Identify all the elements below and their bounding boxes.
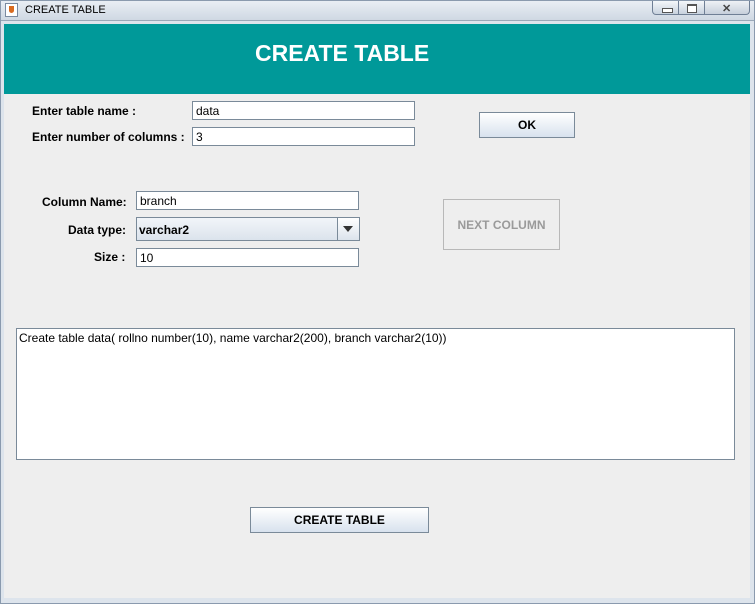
title-bar[interactable]: CREATE TABLE ✕ — [1, 1, 754, 21]
table-name-label: Enter table name : — [32, 104, 137, 118]
query-output-area[interactable]: Create table data( rollno number(10), na… — [16, 328, 735, 460]
maximize-button[interactable] — [679, 1, 705, 15]
column-name-input[interactable]: branch — [136, 191, 359, 210]
num-columns-input[interactable]: 3 — [192, 127, 415, 146]
data-type-selected: varchar2 — [139, 223, 190, 237]
size-input[interactable]: 10 — [136, 248, 359, 267]
app-window: CREATE TABLE ✕ CREATE TABLE Enter table … — [0, 0, 755, 604]
java-app-icon — [5, 3, 18, 17]
data-type-label: Data type: — [68, 223, 127, 237]
chevron-down-icon[interactable] — [337, 218, 359, 240]
minimize-button[interactable] — [652, 1, 679, 15]
minimize-icon — [662, 8, 673, 13]
window-controls: ✕ — [652, 1, 750, 16]
header-banner: CREATE TABLE — [4, 24, 750, 94]
table-name-input[interactable]: data — [192, 101, 415, 120]
page-title: CREATE TABLE — [255, 40, 430, 66]
window-title: CREATE TABLE — [25, 4, 106, 16]
create-table-button[interactable]: CREATE TABLE — [250, 507, 429, 533]
main-panel: CREATE TABLE Enter table name : data Ent… — [4, 24, 750, 598]
data-type-select[interactable]: varchar2 — [136, 217, 360, 241]
next-column-button[interactable]: NEXT COLUMN — [443, 199, 560, 250]
size-label: Size : — [94, 250, 126, 264]
close-button[interactable]: ✕ — [705, 1, 750, 15]
column-name-label: Column Name: — [42, 195, 127, 209]
num-columns-label: Enter number of columns : — [32, 130, 185, 144]
maximize-icon — [687, 4, 697, 13]
close-icon: ✕ — [722, 3, 732, 15]
ok-button[interactable]: OK — [479, 112, 575, 138]
